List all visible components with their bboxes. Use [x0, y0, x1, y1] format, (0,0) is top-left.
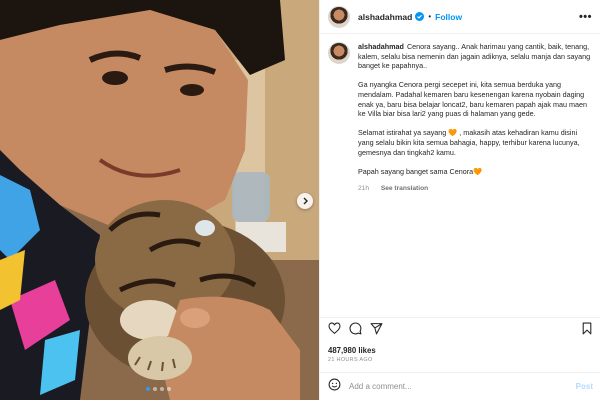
post-header: alshadahmad • Follow ••• — [320, 0, 600, 34]
caption-time: 21h — [358, 184, 370, 192]
caption-paragraph: Ga nyangka Cenora pergi secepet ini, kit… — [358, 80, 587, 119]
comment-icon[interactable] — [349, 322, 362, 340]
avatar[interactable] — [328, 5, 350, 28]
post-photo[interactable] — [0, 0, 319, 400]
carousel-next-button[interactable] — [297, 193, 313, 209]
post-panel: alshadahmad • Follow ••• alshadahmad Ceno… — [319, 0, 600, 400]
carousel-dot — [153, 387, 157, 391]
post-comment-button[interactable]: Post — [576, 382, 593, 391]
comment-input[interactable] — [349, 382, 549, 391]
caption-area: alshadahmad Cenora sayang.. Anak harimau … — [320, 34, 600, 317]
caption-paragraph: Papah sayang banget sama Cenora🧡 — [358, 166, 483, 176]
verified-badge-icon — [415, 12, 425, 21]
header-separator: • — [428, 12, 432, 21]
comment-bar: Post — [320, 372, 600, 400]
caption-body: alshadahmad Cenora sayang.. Anak harimau … — [358, 42, 591, 317]
carousel-dot — [146, 387, 150, 391]
carousel-dot — [167, 387, 171, 391]
caption-paragraph: Selamat istirahat ya sayang 🧡 , makasih … — [358, 128, 580, 157]
caption-username[interactable]: alshadahmad — [358, 42, 404, 51]
carousel-indicators — [146, 387, 171, 391]
more-options-icon[interactable]: ••• — [579, 11, 592, 23]
see-translation-link[interactable]: See translation — [381, 185, 428, 192]
post-username[interactable]: alshadahmad — [358, 12, 412, 22]
caption-meta: 21h See translation — [358, 184, 591, 194]
action-bar — [320, 317, 600, 343]
bookmark-icon[interactable] — [581, 322, 593, 340]
chevron-right-icon — [303, 197, 308, 205]
caption-avatar[interactable] — [328, 42, 350, 64]
heart-icon[interactable] — [328, 321, 341, 340]
caption-paragraph: alshadahmad Cenora sayang.. Anak harimau … — [358, 42, 591, 71]
share-icon[interactable] — [370, 322, 383, 340]
likes-count[interactable]: 487,980 likes — [328, 346, 376, 355]
follow-button[interactable]: Follow — [435, 12, 462, 22]
photo-illustration — [0, 0, 319, 400]
carousel-dot — [160, 387, 164, 391]
emoji-icon[interactable] — [328, 378, 341, 396]
post-time-ago[interactable]: 21 HOURS AGO — [328, 357, 373, 363]
